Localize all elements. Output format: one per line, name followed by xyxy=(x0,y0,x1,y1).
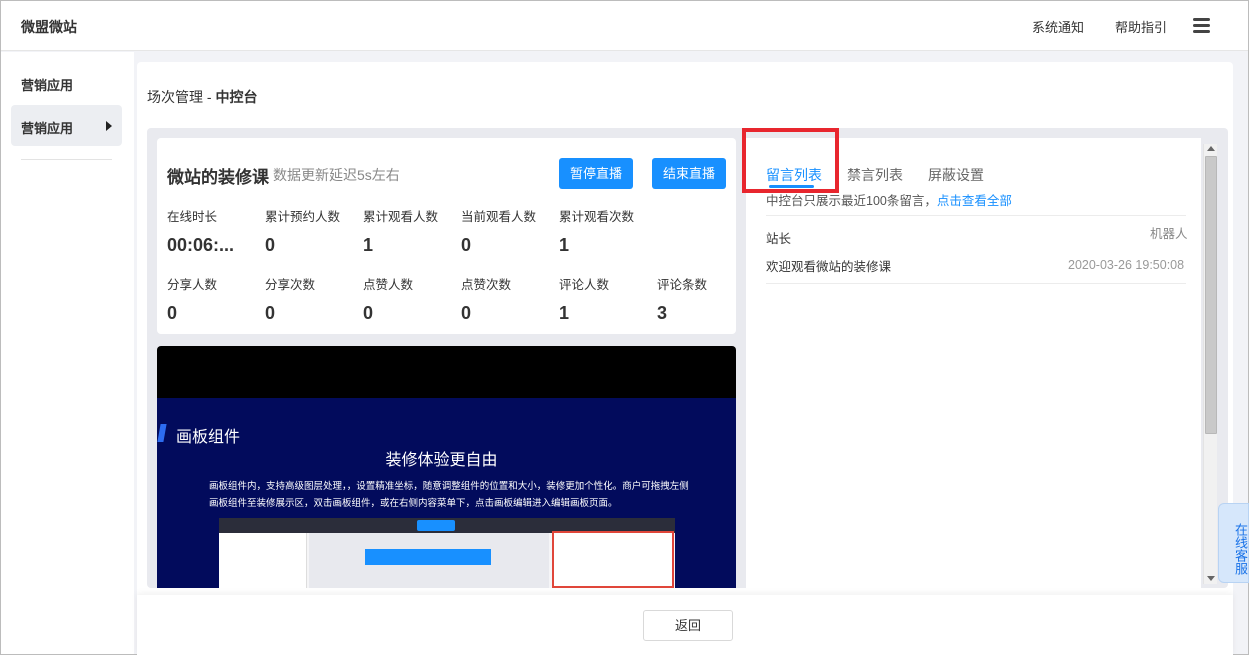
breadcrumb-current: 中控台 xyxy=(215,89,258,105)
editor-left-panel xyxy=(219,533,307,588)
stat-value: 0 xyxy=(461,235,472,255)
stat-label: 当前观看人数 xyxy=(461,210,537,224)
scroll-down-icon[interactable] xyxy=(1207,576,1215,581)
comments-scrollbar[interactable] xyxy=(1203,144,1217,584)
video-description: 画板组件内，支持高级图层处理，，设置精准坐标，随意调整组件的位置和大小，装修更加… xyxy=(209,481,689,509)
back-button[interactable]: 返回 xyxy=(643,610,733,641)
breadcrumb-separator: - xyxy=(206,89,212,105)
video-heading: 画板组件 xyxy=(176,429,241,446)
sidebar-item-marketing[interactable]: 营销应用 xyxy=(11,105,122,146)
live-stats-card: 微站的装修课 数据更新延迟5s左右 暂停直播 结束直播 在线时长 累计预约人数 … xyxy=(157,138,736,334)
control-stage: 微站的装修课 数据更新延迟5s左右 暂停直播 结束直播 在线时长 累计预约人数 … xyxy=(147,128,1228,588)
stat-value: 3 xyxy=(657,303,668,323)
stat-value: 1 xyxy=(559,235,570,255)
active-tab-indicator xyxy=(769,185,814,188)
editor-right-panel xyxy=(552,531,674,588)
title-accent-bar xyxy=(157,424,167,442)
scroll-thumb[interactable] xyxy=(1205,156,1217,434)
view-all-link[interactable]: 点击查看全部 xyxy=(937,194,1012,208)
end-live-button[interactable]: 结束直播 xyxy=(652,158,726,189)
divider xyxy=(766,215,1186,216)
sidebar-title: 营销应用 xyxy=(21,78,74,93)
comment-author: 站长 xyxy=(766,232,792,246)
stat-label: 累计观看人数 xyxy=(363,210,439,224)
help-guide-link[interactable]: 帮助指引 xyxy=(1115,17,1167,36)
video-subheading: 装修体验更自由 xyxy=(385,452,498,469)
stat-label: 在线时长 xyxy=(167,210,218,224)
comments-panel: 留言列表 禁言列表 屏蔽设置 中控台只展示最近100条留言，点击查看全部 站长 … xyxy=(742,128,1201,588)
comment-text: 欢迎观看微站的装修课 xyxy=(766,260,892,274)
tab-block-settings[interactable]: 屏蔽设置 xyxy=(928,165,984,185)
stat-label: 点赞人数 xyxy=(363,278,414,292)
editor-pill xyxy=(417,520,455,531)
editor-selected-block xyxy=(365,549,491,565)
stat-label: 点赞次数 xyxy=(461,278,512,292)
caret-right-icon xyxy=(106,121,112,131)
top-bar: 微盟微站 系统通知 帮助指引 xyxy=(1,1,1248,51)
stat-label: 累计观看次数 xyxy=(559,210,635,224)
stat-label: 评论条数 xyxy=(657,278,708,292)
stat-value: 00:06:... xyxy=(167,235,235,255)
comments-notice: 中控台只展示最近100条留言，点击查看全部 xyxy=(766,190,1012,209)
tab-mute-list[interactable]: 禁言列表 xyxy=(847,165,903,185)
stat-label: 分享次数 xyxy=(265,278,316,292)
comment-time: 2020-03-26 19:50:08 xyxy=(1068,258,1185,272)
stat-value: 1 xyxy=(559,303,570,323)
system-notice-link[interactable]: 系统通知 xyxy=(1032,17,1084,36)
sidebar-divider xyxy=(21,159,112,160)
video-frame: 画板组件 装修体验更自由 画板组件内，支持高级图层处理，，设置精准坐标，随意调整… xyxy=(157,398,736,588)
stat-value: 0 xyxy=(461,303,472,323)
online-customer-service-button[interactable]: 在线客服 xyxy=(1218,503,1249,583)
comment-tag: 机器人 xyxy=(1150,227,1188,241)
divider xyxy=(766,283,1186,284)
notice-text: 中控台只展示最近100条留言， xyxy=(766,194,937,208)
sidebar: 营销应用 营销应用 xyxy=(1,52,134,654)
pause-live-button[interactable]: 暂停直播 xyxy=(559,158,633,189)
stat-value: 0 xyxy=(265,235,276,255)
scroll-up-icon[interactable] xyxy=(1207,146,1215,151)
stat-label: 分享人数 xyxy=(167,278,218,292)
stat-label: 累计预约人数 xyxy=(265,210,341,224)
delay-note: 数据更新延迟5s左右 xyxy=(273,167,400,183)
main-panel: 场次管理 - 中控台 微站的装修课 数据更新延迟5s左右 暂停直播 结束直播 在… xyxy=(137,62,1233,655)
breadcrumb: 场次管理 - 中控台 xyxy=(147,87,257,107)
footer-bar: 返回 xyxy=(137,595,1233,655)
video-editor-screenshot xyxy=(219,518,675,588)
stat-label: 评论人数 xyxy=(559,278,610,292)
stat-value: 0 xyxy=(167,303,178,323)
stat-value: 0 xyxy=(363,303,374,323)
stat-value: 1 xyxy=(363,235,374,255)
breadcrumb-parent[interactable]: 场次管理 xyxy=(147,89,203,105)
sidebar-item-label: 营销应用 xyxy=(21,121,74,136)
stat-value: 0 xyxy=(265,303,276,323)
live-video-player[interactable]: 画板组件 装修体验更自由 画板组件内，支持高级图层处理，，设置精准坐标，随意调整… xyxy=(157,346,736,588)
tab-comment-list[interactable]: 留言列表 xyxy=(766,165,822,185)
course-title: 微站的装修课 xyxy=(167,168,269,187)
hamburger-icon[interactable] xyxy=(1193,17,1211,35)
brand-title: 微盟微站 xyxy=(21,19,77,35)
